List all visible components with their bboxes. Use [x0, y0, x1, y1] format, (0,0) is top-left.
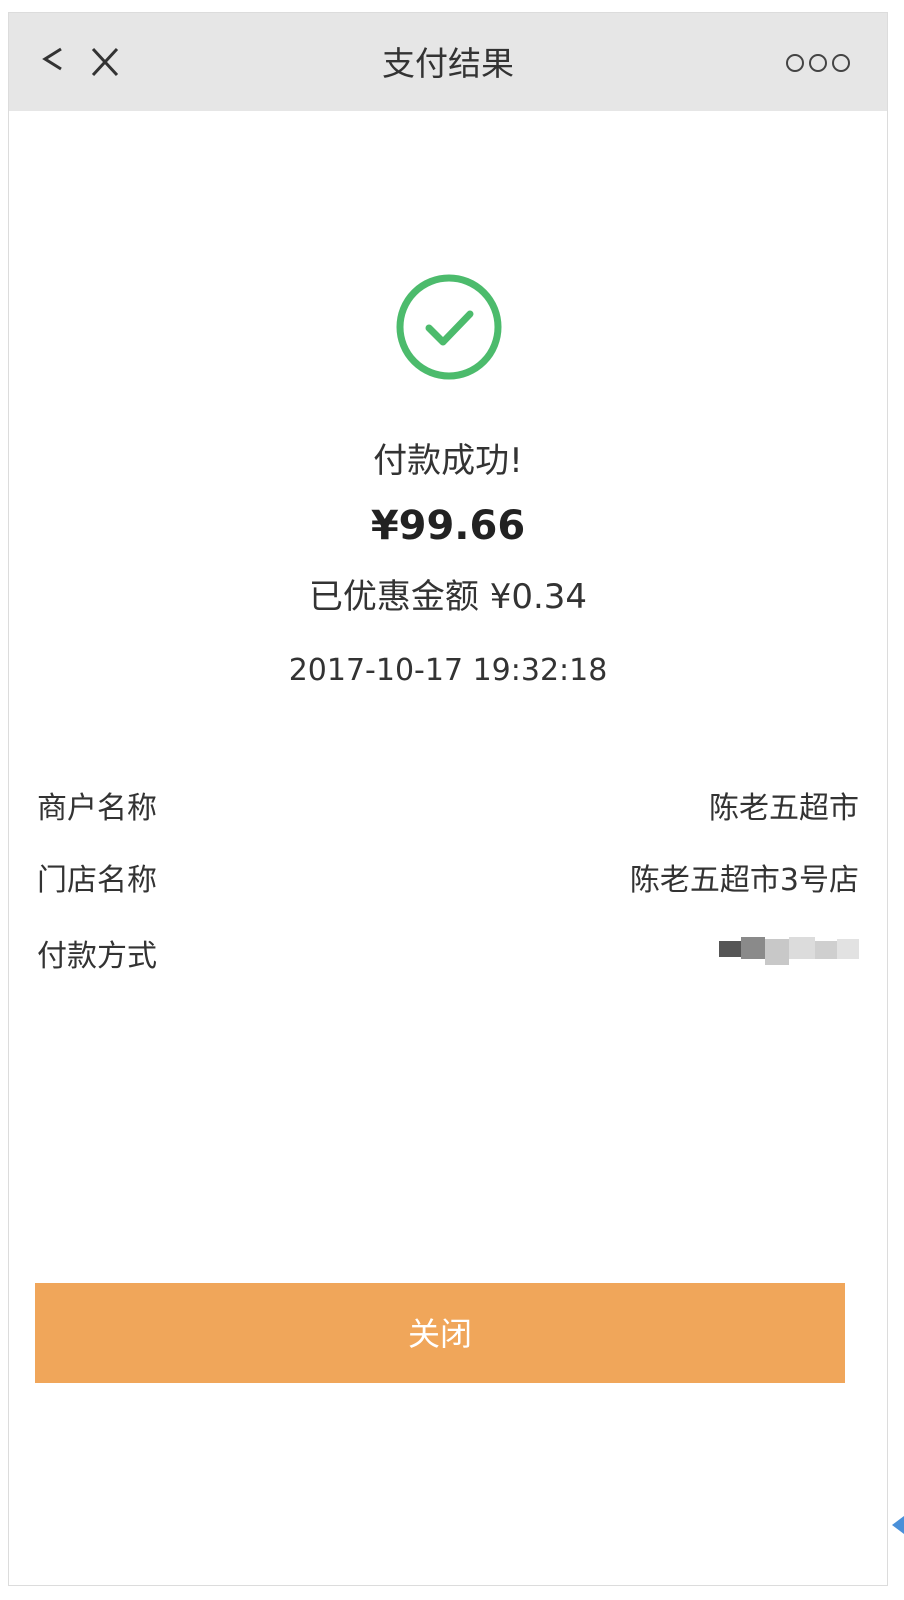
store-value: 陈老五超市3号店 — [629, 863, 859, 898]
payment-amount: ¥99.66 — [370, 503, 526, 549]
close-button[interactable]: 关闭 — [35, 1283, 845, 1383]
redaction-block — [765, 939, 789, 965]
payment-status: 付款成功! — [373, 441, 523, 481]
redaction-block — [789, 937, 815, 959]
redaction-block — [741, 937, 765, 959]
payment-time: 2017-10-17 19:32:18 — [288, 653, 608, 688]
redaction-block — [815, 941, 837, 959]
title-bar: 支付结果 — [9, 13, 887, 111]
redaction-block — [719, 941, 741, 957]
store-row: 门店名称 陈老五超市3号店 — [37, 855, 859, 899]
corner-marker-icon — [892, 1516, 904, 1534]
merchant-value: 陈老五超市 — [709, 791, 859, 826]
merchant-row: 商户名称 陈老五超市 — [37, 783, 859, 827]
more-dots-icon[interactable] — [785, 51, 851, 75]
merchant-label: 商户名称 — [37, 791, 157, 826]
payment-result-screen: 支付结果 付款成功! ¥99.66 已优惠金额 ¥0.34 2017-10-17… — [8, 12, 888, 1586]
discount-amount: 已优惠金额 ¥0.34 — [308, 577, 588, 617]
page-title: 支付结果 — [382, 44, 514, 83]
check-circle-icon — [396, 274, 502, 380]
payment-method-redacted — [719, 933, 859, 969]
payment-method-row: 付款方式 — [37, 931, 859, 975]
redaction-block — [837, 939, 859, 959]
payment-method-label: 付款方式 — [37, 939, 157, 974]
store-label: 门店名称 — [37, 863, 157, 898]
